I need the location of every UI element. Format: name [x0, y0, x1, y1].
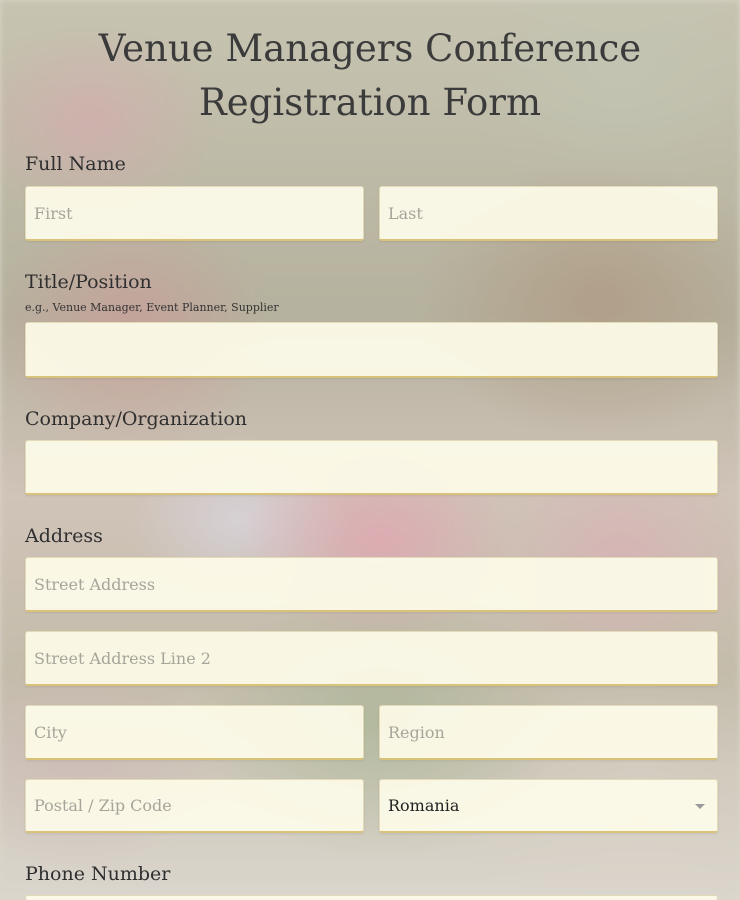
street-address-input[interactable]: Street Address — [25, 557, 718, 612]
region-input[interactable]: Region — [379, 705, 718, 760]
address-label: Address — [25, 525, 103, 547]
street-address-line2-input[interactable]: Street Address Line 2 — [25, 631, 718, 686]
title-position-hint: e.g., Venue Manager, Event Planner, Supp… — [25, 301, 279, 314]
form-title-line2: Registration Form — [198, 81, 542, 124]
first-name-placeholder: First — [34, 203, 73, 223]
street-address-placeholder: Street Address — [34, 574, 156, 594]
full-name-label: Full Name — [25, 153, 126, 175]
first-name-input[interactable]: First — [25, 186, 364, 241]
company-input[interactable] — [25, 440, 718, 495]
city-input[interactable]: City — [25, 705, 364, 760]
region-placeholder: Region — [388, 722, 445, 742]
phone-number-input[interactable] — [25, 895, 718, 900]
form-title: Venue Managers Conference Registration F… — [0, 22, 740, 130]
title-position-label: Title/Position — [25, 271, 152, 293]
postal-code-placeholder: Postal / Zip Code — [34, 796, 172, 815]
last-name-input[interactable]: Last — [379, 186, 718, 241]
phone-number-label: Phone Number — [25, 863, 171, 885]
city-placeholder: City — [34, 722, 67, 742]
street-address-line2-placeholder: Street Address Line 2 — [34, 648, 211, 668]
title-position-input[interactable] — [25, 322, 718, 378]
country-select[interactable]: Romania — [379, 779, 718, 833]
chevron-down-icon — [695, 803, 705, 809]
registration-form: Venue Managers Conference Registration F… — [0, 0, 740, 900]
company-label: Company/Organization — [25, 408, 248, 430]
postal-code-input[interactable]: Postal / Zip Code — [25, 779, 364, 833]
form-title-line1: Venue Managers Conference — [98, 27, 642, 70]
last-name-placeholder: Last — [388, 203, 423, 223]
country-value: Romania — [388, 796, 460, 815]
